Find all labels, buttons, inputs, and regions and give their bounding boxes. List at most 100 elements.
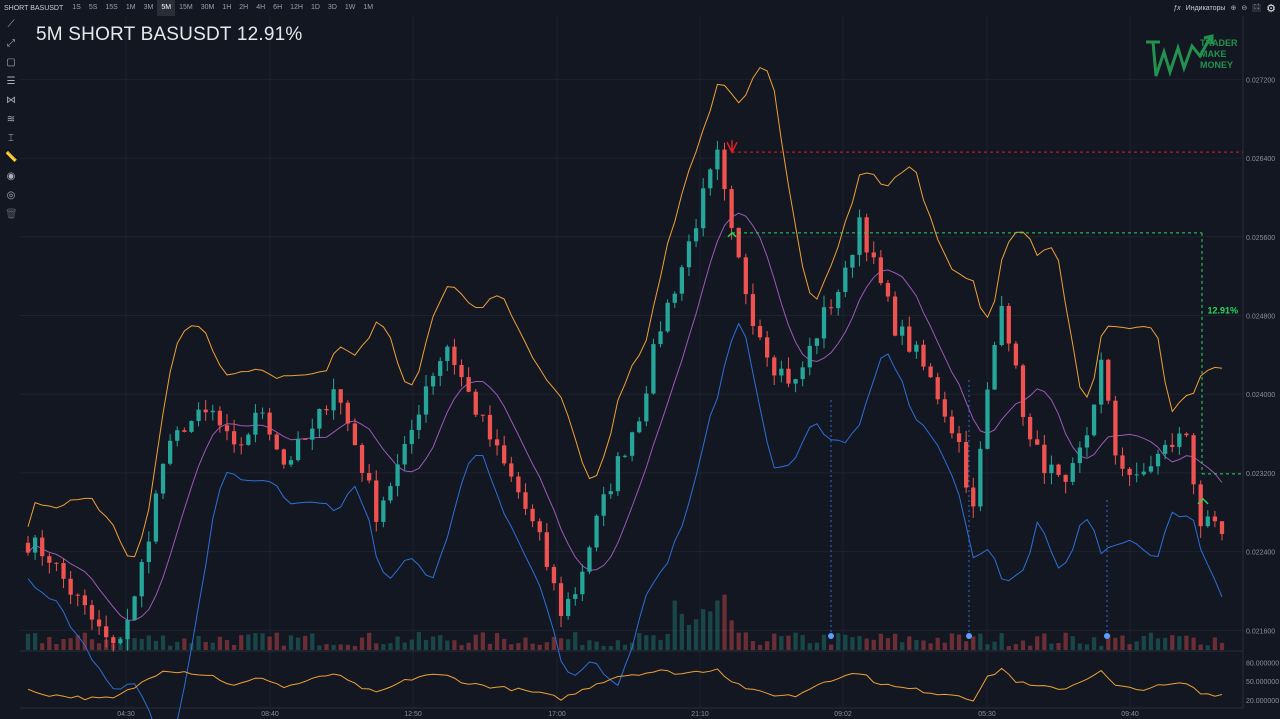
chart-canvas[interactable]: 12.91% 0.027200 0.026400 0.025600 0.024800 0… — [0, 0, 1280, 719]
volume-bar — [580, 644, 585, 650]
volume-bar — [182, 638, 187, 650]
volume-bar — [793, 632, 798, 650]
ray-icon[interactable]: ⤢ — [5, 38, 17, 50]
price-tick-label: 0.025600 — [1246, 235, 1275, 242]
logo-line-2: MAKE — [1200, 49, 1227, 59]
candle-body — [686, 241, 692, 268]
candle-body — [246, 434, 251, 445]
candle-body — [814, 338, 820, 346]
magnet-icon[interactable]: ◎ — [5, 190, 17, 202]
volume-bar — [772, 633, 777, 650]
settings-icon[interactable]: ⚙ — [1266, 2, 1276, 15]
volume-bar — [96, 643, 102, 650]
timeframe-15m[interactable]: 15M — [175, 0, 197, 16]
timeframe-2h[interactable]: 2H — [235, 0, 252, 16]
volume-bar — [1141, 635, 1146, 650]
candle-body — [566, 598, 571, 617]
candle-body — [430, 375, 436, 387]
candle-body — [281, 449, 286, 465]
fullscreen-icon[interactable]: ⛶ — [1252, 4, 1262, 12]
candle-body — [54, 562, 59, 564]
candle-body — [61, 563, 66, 579]
candle-body — [836, 291, 841, 309]
candle-body — [253, 412, 258, 435]
volume-bar — [231, 644, 237, 650]
volume-bar — [1163, 637, 1168, 650]
timeframe-4h[interactable]: 4H — [252, 0, 269, 16]
price-tick-label: 0.022400 — [1246, 550, 1275, 557]
candle-body — [665, 302, 670, 332]
candle-body — [523, 492, 528, 509]
candle-body — [807, 345, 812, 368]
volume-bar — [445, 640, 450, 650]
candle-body — [1013, 343, 1019, 366]
fib-icon[interactable]: ☰ — [5, 76, 17, 88]
timeframe-1d[interactable]: 1D — [307, 0, 324, 16]
timeframe-15s[interactable]: 15S — [101, 0, 121, 16]
candle-body — [239, 444, 244, 446]
zoom-in-icon[interactable]: ⊕ — [1230, 4, 1236, 12]
timeframe-3m[interactable]: 3M — [140, 0, 158, 16]
symbol-label[interactable]: SHORT BASUSDT — [0, 5, 68, 12]
volume-bar — [1212, 637, 1218, 650]
volume-bar — [523, 637, 528, 650]
price-tick-label: 0.024800 — [1246, 313, 1275, 320]
volume-bar — [736, 632, 741, 650]
timeframe-5s[interactable]: 5S — [85, 0, 102, 16]
zoom-out-icon[interactable]: ⊖ — [1241, 4, 1247, 12]
candle-body — [1170, 444, 1175, 447]
timeframe-1h[interactable]: 1H — [218, 0, 235, 16]
timeframe-3d[interactable]: 3D — [324, 0, 341, 16]
candle-body — [274, 434, 279, 450]
candle-body — [594, 515, 599, 548]
candle-body — [395, 464, 400, 487]
candle-body — [160, 463, 166, 494]
volume-bar — [1070, 636, 1075, 650]
candle-body — [480, 414, 485, 416]
timeframe-1w[interactable]: 1W — [341, 0, 360, 16]
volume-bar — [395, 636, 400, 650]
timeframe-1m-month[interactable]: 1M — [359, 0, 377, 16]
candle-body — [878, 257, 883, 284]
pattern-icon[interactable]: ⋈ — [5, 95, 17, 107]
timeframe-12h[interactable]: 12H — [286, 0, 307, 16]
eye-icon[interactable]: ◉ — [5, 171, 17, 183]
volume-bar — [310, 633, 315, 650]
measure-icon[interactable]: ⌶ — [5, 133, 17, 145]
candle-body — [295, 438, 301, 461]
volume-bar — [1120, 635, 1125, 650]
trash-icon[interactable]: 🗑 — [5, 209, 18, 221]
indicators-button[interactable]: Индикаторы — [1186, 5, 1226, 12]
candle-body — [438, 361, 443, 376]
timeframe-5m[interactable]: 5M — [157, 0, 176, 16]
volume-bar — [1084, 644, 1090, 650]
ruler-icon[interactable]: 📏 — [5, 152, 17, 164]
timeframe-30m[interactable]: 30M — [197, 0, 219, 16]
rectangle-icon[interactable]: ▢ — [5, 57, 17, 69]
volume-bar — [757, 644, 763, 650]
candle-body — [82, 595, 87, 606]
volume-bar — [246, 634, 251, 650]
channel-icon[interactable]: ≋ — [5, 114, 17, 126]
volume-bar — [388, 643, 393, 650]
candle-body — [892, 296, 898, 336]
candle-body — [779, 368, 784, 376]
volume-bar — [672, 600, 677, 650]
candle-body — [1127, 468, 1132, 475]
candle-body — [1184, 433, 1189, 436]
timeframe-1s[interactable]: 1S — [68, 0, 85, 16]
trend-line-icon[interactable]: ⟋ — [5, 19, 17, 31]
volume-bar — [558, 638, 564, 650]
volume-bar — [836, 633, 841, 650]
candle-body — [1191, 435, 1196, 485]
volume-bar — [1056, 643, 1061, 650]
timeframe-6h[interactable]: 6H — [269, 0, 286, 16]
timeframe-1m[interactable]: 1M — [122, 0, 140, 16]
volume-bar — [999, 633, 1004, 650]
volume-bar — [857, 636, 862, 650]
time-tick-label: 21:10 — [691, 711, 709, 718]
price-tick-label: 0.027200 — [1246, 77, 1275, 84]
candle-body — [601, 494, 606, 516]
indicators-icon[interactable]: ƒx — [1173, 5, 1180, 12]
candle-body — [331, 389, 336, 411]
